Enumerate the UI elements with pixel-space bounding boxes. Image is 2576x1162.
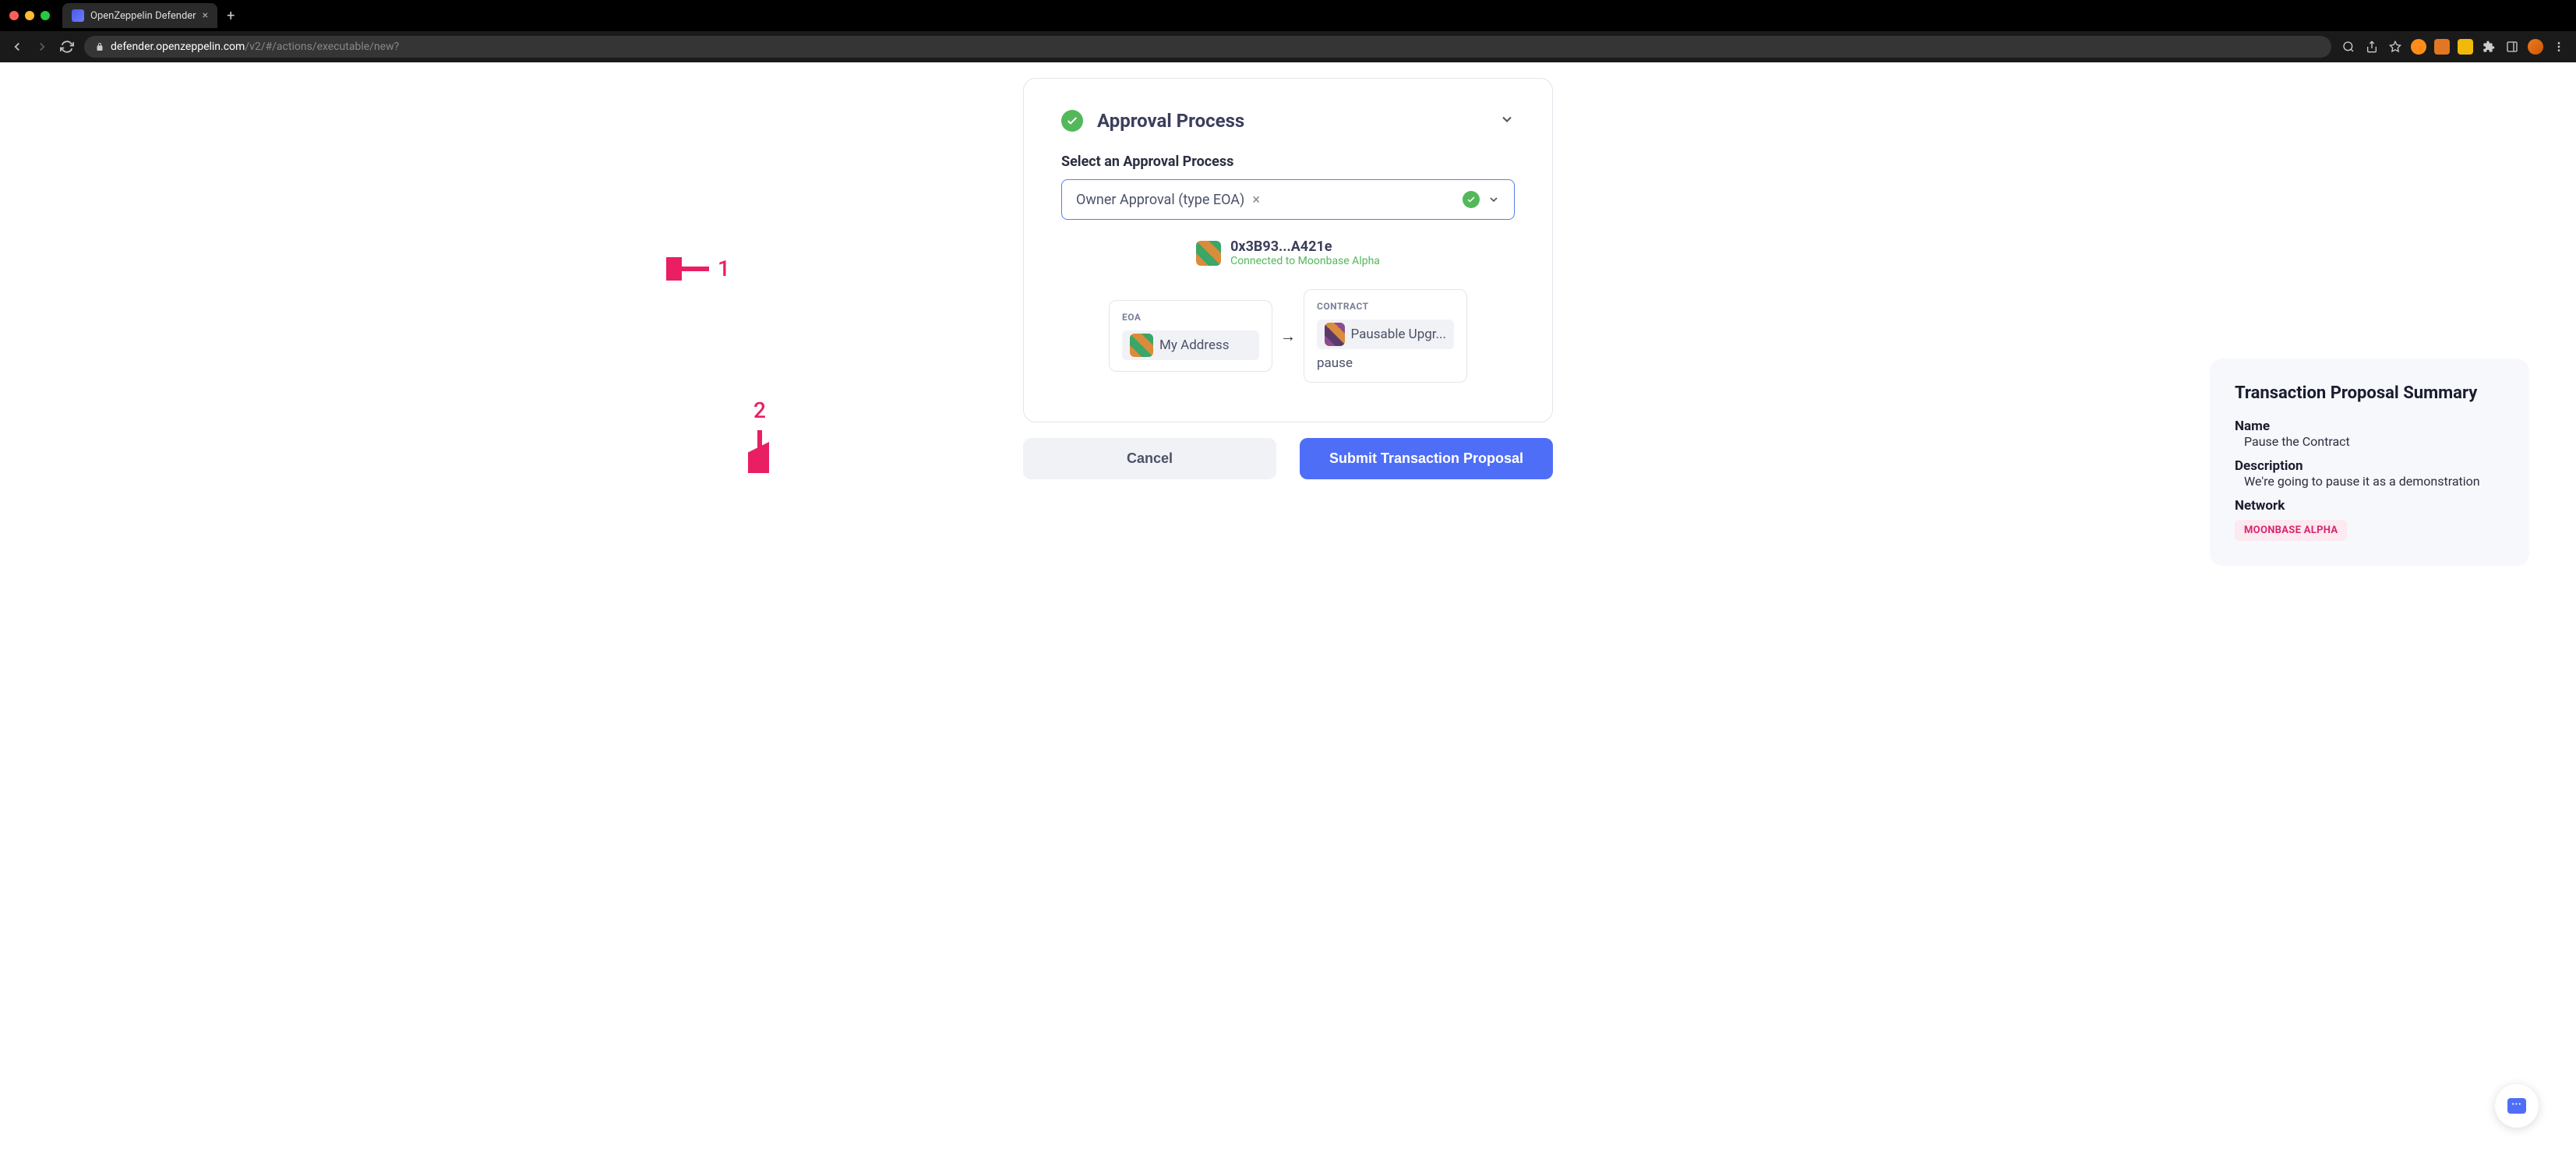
contract-method: pause <box>1317 355 1454 371</box>
clear-selection-icon[interactable]: × <box>1252 192 1260 208</box>
extension-icon-3[interactable] <box>2458 39 2473 55</box>
contract-box: CONTRACT Pausable Upgr... pause <box>1304 289 1467 383</box>
contract-tag: Pausable Upgr... <box>1317 320 1454 349</box>
address-bar[interactable]: defender.openzeppelin.com/v2/#/actions/e… <box>84 36 2331 58</box>
new-tab-button[interactable]: + <box>227 8 235 24</box>
extension-icon-1[interactable] <box>2411 39 2426 55</box>
annotation-1: 1 <box>666 256 730 281</box>
arrow-right-icon: → <box>1280 327 1296 346</box>
minimize-window-button[interactable] <box>25 11 34 20</box>
toolbar-right <box>2341 39 2567 55</box>
contract-label: CONTRACT <box>1317 301 1454 312</box>
summary-network-label: Network <box>2235 498 2504 514</box>
tab-title: OpenZeppelin Defender <box>90 10 196 22</box>
contract-name: Pausable Upgr... <box>1351 327 1447 342</box>
network-badge: MOONBASE ALPHA <box>2235 520 2347 541</box>
address-bar-row: defender.openzeppelin.com/v2/#/actions/e… <box>0 31 2576 62</box>
lock-icon <box>95 42 104 51</box>
cancel-button[interactable]: Cancel <box>1023 438 1276 479</box>
maximize-window-button[interactable] <box>41 11 50 20</box>
transaction-flow: EOA My Address → CONTRACT Pausable Upgr.… <box>1061 289 1515 383</box>
field-label: Select an Approval Process <box>1061 154 1515 170</box>
panel-icon[interactable] <box>2504 39 2520 55</box>
eoa-label: EOA <box>1122 312 1259 323</box>
summary-name-label: Name <box>2235 419 2504 434</box>
eoa-identicon <box>1130 334 1153 357</box>
extension-icon-2[interactable] <box>2434 39 2450 55</box>
contract-identicon <box>1325 323 1345 346</box>
share-icon[interactable] <box>2364 39 2380 55</box>
eoa-tag: My Address <box>1122 330 1259 360</box>
back-button[interactable] <box>9 39 25 55</box>
summary-description-label: Description <box>2235 458 2504 474</box>
close-tab-icon[interactable]: × <box>203 9 208 22</box>
summary-name-value: Pause the Contract <box>2244 434 2504 449</box>
chevron-down-icon[interactable] <box>1499 111 1515 130</box>
forward-button[interactable] <box>34 39 50 55</box>
summary-description-value: We're going to pause it as a demonstrati… <box>2244 474 2504 489</box>
profile-avatar[interactable] <box>2528 39 2543 55</box>
valid-check-icon <box>1463 191 1480 208</box>
check-circle-icon <box>1061 110 1083 132</box>
summary-title: Transaction Proposal Summary <box>2235 383 2504 403</box>
chevron-down-icon <box>1487 193 1500 206</box>
zoom-icon[interactable] <box>2341 39 2356 55</box>
tab-bar: OpenZeppelin Defender × + <box>0 0 2576 31</box>
bookmark-icon[interactable] <box>2387 39 2403 55</box>
wallet-status: Connected to Moonbase Alpha <box>1230 255 1380 267</box>
menu-icon[interactable] <box>2551 39 2567 55</box>
button-row: Cancel Submit Transaction Proposal <box>1023 438 1553 479</box>
browser-chrome: OpenZeppelin Defender × + defender.openz… <box>0 0 2576 62</box>
wallet-address: 0x3B93...A421e <box>1230 238 1380 255</box>
summary-panel: Transaction Proposal Summary Name Pause … <box>2210 358 2529 566</box>
chat-icon <box>2507 1098 2526 1114</box>
browser-tab[interactable]: OpenZeppelin Defender × <box>62 3 217 28</box>
wallet-info: 0x3B93...A421e Connected to Moonbase Alp… <box>1061 238 1515 267</box>
annotation-2: 2 <box>748 397 771 473</box>
window-controls <box>9 11 50 20</box>
url-text: defender.openzeppelin.com/v2/#/actions/e… <box>111 41 399 53</box>
page-content: Approval Process Select an Approval Proc… <box>0 62 2576 1162</box>
section-header[interactable]: Approval Process <box>1061 110 1515 132</box>
eoa-box: EOA My Address <box>1109 300 1272 372</box>
tab-favicon <box>72 9 84 22</box>
wallet-identicon <box>1196 241 1221 266</box>
approval-process-select[interactable]: Owner Approval (type EOA) × <box>1061 179 1515 220</box>
submit-button[interactable]: Submit Transaction Proposal <box>1300 438 1553 479</box>
close-window-button[interactable] <box>9 11 19 20</box>
approval-process-card: Approval Process Select an Approval Proc… <box>1023 78 1553 422</box>
chat-bubble-button[interactable] <box>2495 1084 2539 1128</box>
section-title: Approval Process <box>1097 110 1244 132</box>
eoa-name: My Address <box>1159 337 1230 353</box>
extensions-icon[interactable] <box>2481 39 2497 55</box>
reload-button[interactable] <box>59 39 75 55</box>
selected-value: Owner Approval (type EOA) <box>1076 192 1244 208</box>
